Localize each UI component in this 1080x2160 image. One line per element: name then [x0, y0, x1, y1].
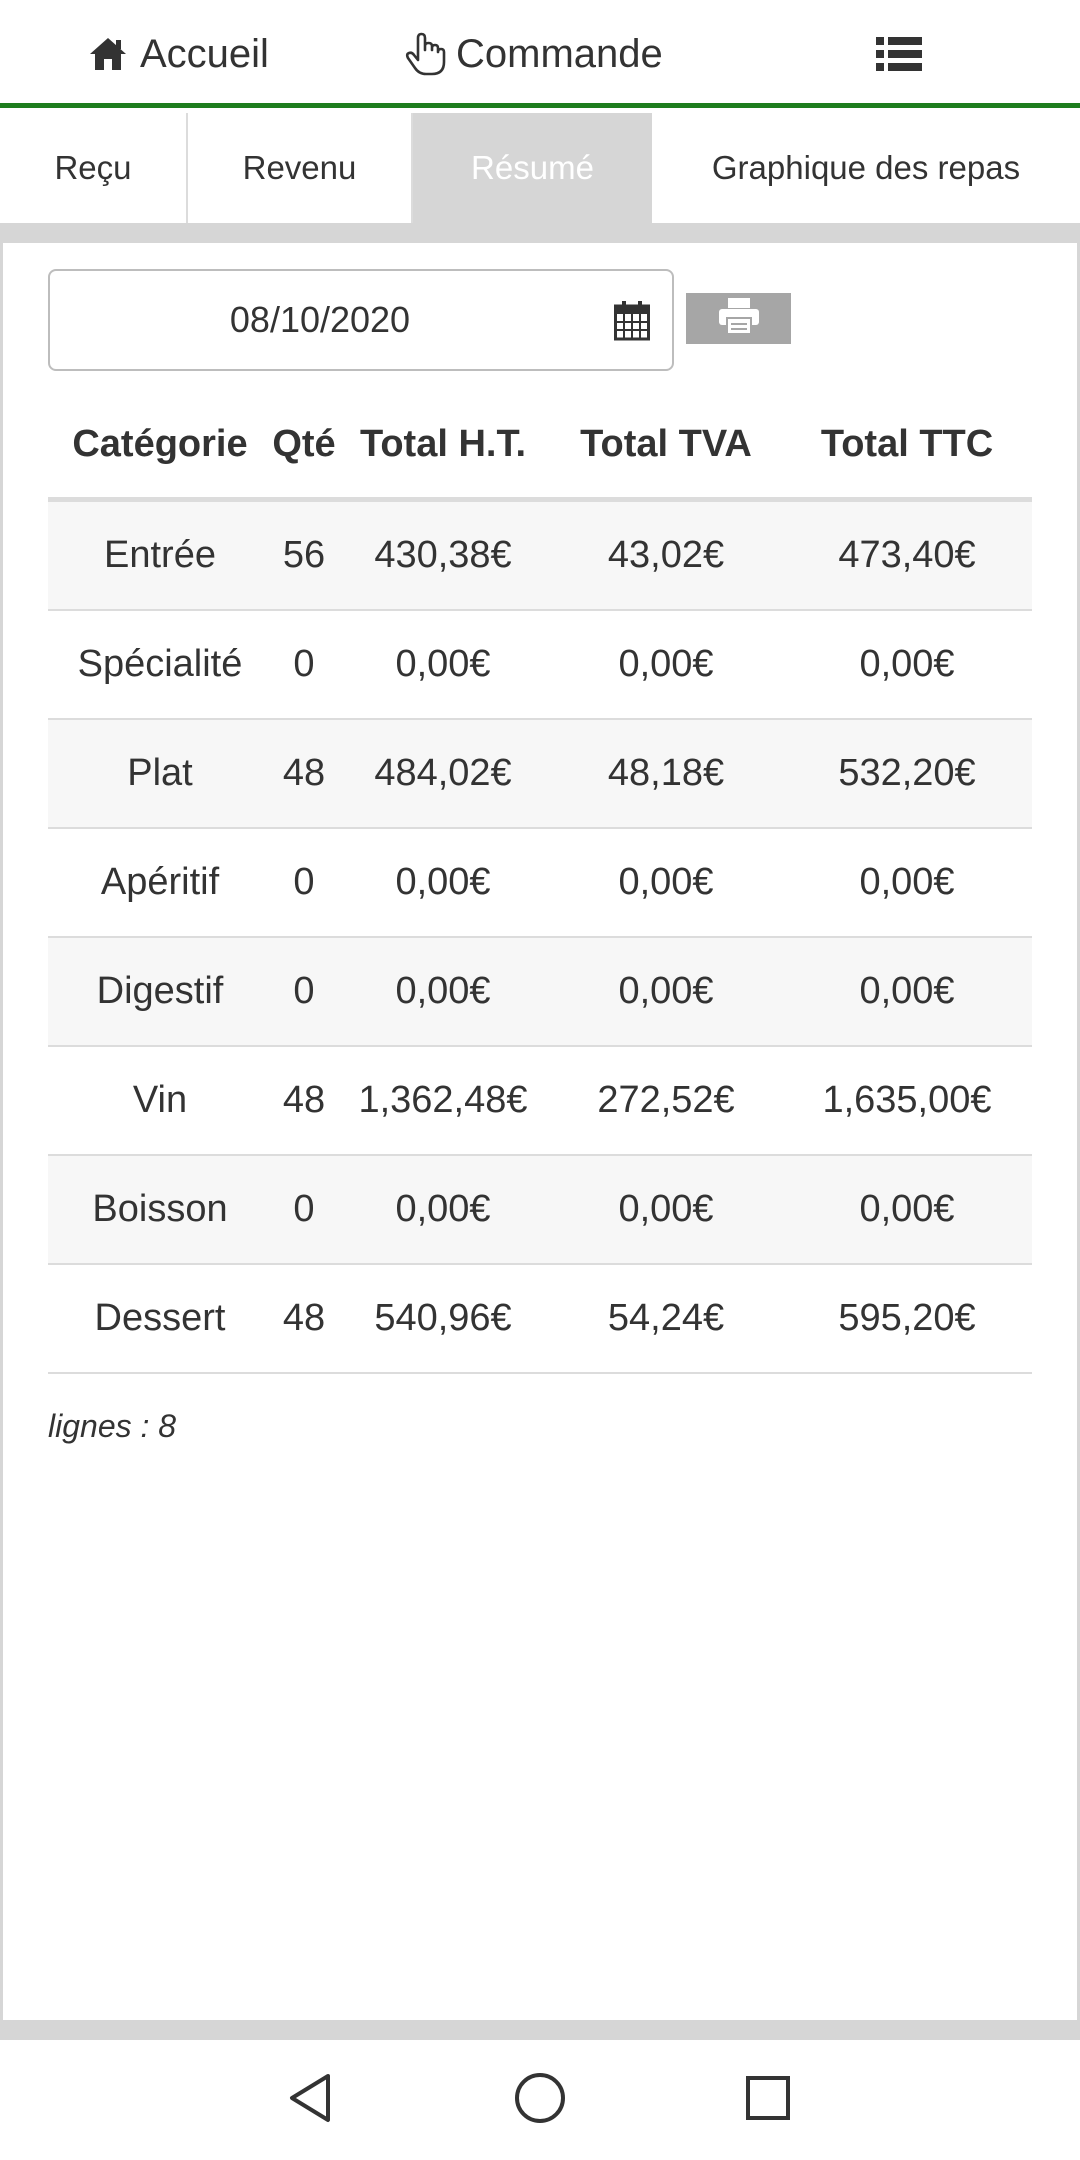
cell-qte: 48	[282, 1297, 326, 1339]
cell-categorie: Apéritif	[100, 861, 220, 903]
cell-total-ht: 0,00€	[395, 861, 491, 903]
tab-resume[interactable]: Résumé	[413, 113, 652, 223]
back-triangle-icon	[286, 2072, 334, 2129]
cell-total-ht: 1,362,48€	[358, 1079, 528, 1121]
cell-total-ttc: 0,00€	[859, 1188, 955, 1230]
date-input[interactable]: 08/10/2020	[48, 269, 674, 371]
home-button[interactable]	[510, 2070, 570, 2130]
cell-total-tva: 272,52€	[597, 1079, 735, 1121]
home-icon	[88, 36, 140, 72]
cell-total-ht: 0,00€	[395, 1188, 491, 1230]
recent-square-icon	[744, 2074, 792, 2127]
cell-total-ttc: 1,635,00€	[822, 1079, 992, 1121]
cell-total-tva: 0,00€	[618, 643, 714, 685]
cell-categorie: Entrée	[104, 534, 216, 576]
summary-table: Catégorie Qté Total H.T. Total TVA Total…	[48, 392, 1032, 1374]
tab-graphique-repas[interactable]: Graphique des repas	[652, 113, 1080, 223]
column-header-total-tva: Total TVA	[580, 423, 752, 465]
cell-qte: 48	[282, 1079, 326, 1121]
cell-total-ht: 430,38€	[374, 534, 512, 576]
cell-total-tva: 48,18€	[607, 752, 725, 794]
table-row: Vin 48 1,362,48€ 272,52€ 1,635,00€	[48, 1047, 1032, 1156]
cell-total-ht: 0,00€	[395, 643, 491, 685]
cell-qte: 0	[293, 861, 315, 903]
hand-pointer-icon	[404, 32, 456, 76]
nav-home-label: Accueil	[140, 31, 269, 76]
cell-categorie: Digestif	[96, 970, 224, 1012]
cell-categorie: Dessert	[94, 1297, 226, 1339]
cell-categorie: Spécialité	[77, 643, 243, 685]
printer-icon	[717, 298, 761, 339]
table-row: Entrée 56 430,38€ 43,02€ 473,40€	[48, 502, 1032, 611]
system-nav-bar	[0, 2040, 1080, 2160]
row-count: lignes : 8	[48, 1408, 177, 1444]
date-value: 08/10/2020	[229, 299, 411, 340]
table-row: Digestif 0 0,00€ 0,00€ 0,00€	[48, 938, 1032, 1047]
back-button[interactable]	[280, 2070, 340, 2130]
calendar-icon[interactable]	[614, 301, 650, 346]
cell-total-ht: 540,96€	[374, 1297, 512, 1339]
table-row: Spécialité 0 0,00€ 0,00€ 0,00€	[48, 611, 1032, 720]
cell-qte: 0	[293, 970, 315, 1012]
column-header-qte: Qté	[272, 423, 336, 465]
cell-total-ttc: 0,00€	[859, 861, 955, 903]
cell-total-tva: 0,00€	[618, 861, 714, 903]
top-nav: Accueil Commande	[0, 0, 1080, 108]
cell-total-ttc: 595,20€	[838, 1297, 976, 1339]
cell-total-tva: 0,00€	[618, 1188, 714, 1230]
cell-qte: 0	[293, 643, 315, 685]
cell-categorie: Vin	[132, 1079, 188, 1121]
table-row: Dessert 48 540,96€ 54,24€ 595,20€	[48, 1265, 1032, 1374]
print-button[interactable]	[686, 293, 791, 344]
column-header-total-ht: Total H.T.	[359, 423, 527, 465]
cell-total-ttc: 0,00€	[859, 643, 955, 685]
cell-categorie: Plat	[127, 752, 193, 794]
cell-qte: 48	[282, 752, 326, 794]
tab-recu[interactable]: Reçu	[0, 113, 188, 223]
cell-total-ht: 484,02€	[374, 752, 512, 794]
cell-qte: 56	[282, 534, 326, 576]
cell-total-tva: 0,00€	[618, 970, 714, 1012]
column-header-total-ttc: Total TTC	[820, 423, 994, 465]
list-icon	[876, 37, 922, 71]
home-circle-icon	[513, 2071, 567, 2130]
cell-total-ttc: 532,20€	[838, 752, 976, 794]
cell-categorie: Boisson	[92, 1188, 228, 1230]
table-row: Boisson 0 0,00€ 0,00€ 0,00€	[48, 1156, 1032, 1265]
tab-bar: Reçu Revenu Résumé Graphique des repas	[0, 113, 1080, 223]
nav-order-link[interactable]: Commande	[404, 0, 663, 108]
column-header-categorie: Catégorie	[72, 423, 248, 465]
cell-total-tva: 54,24€	[607, 1297, 725, 1339]
menu-button[interactable]	[876, 0, 922, 108]
table-row: Apéritif 0 0,00€ 0,00€ 0,00€	[48, 829, 1032, 938]
table-row: Plat 48 484,02€ 48,18€ 532,20€	[48, 720, 1032, 829]
cell-total-ttc: 473,40€	[838, 534, 976, 576]
nav-order-label: Commande	[456, 31, 663, 76]
nav-home-link[interactable]: Accueil	[88, 0, 269, 108]
recent-apps-button[interactable]	[738, 2070, 798, 2130]
cell-total-ttc: 0,00€	[859, 970, 955, 1012]
cell-total-ht: 0,00€	[395, 970, 491, 1012]
cell-qte: 0	[293, 1188, 315, 1230]
table-header: Catégorie Qté Total H.T. Total TVA Total…	[48, 392, 1032, 502]
tab-revenu[interactable]: Revenu	[188, 113, 413, 223]
cell-total-tva: 43,02€	[607, 534, 725, 576]
